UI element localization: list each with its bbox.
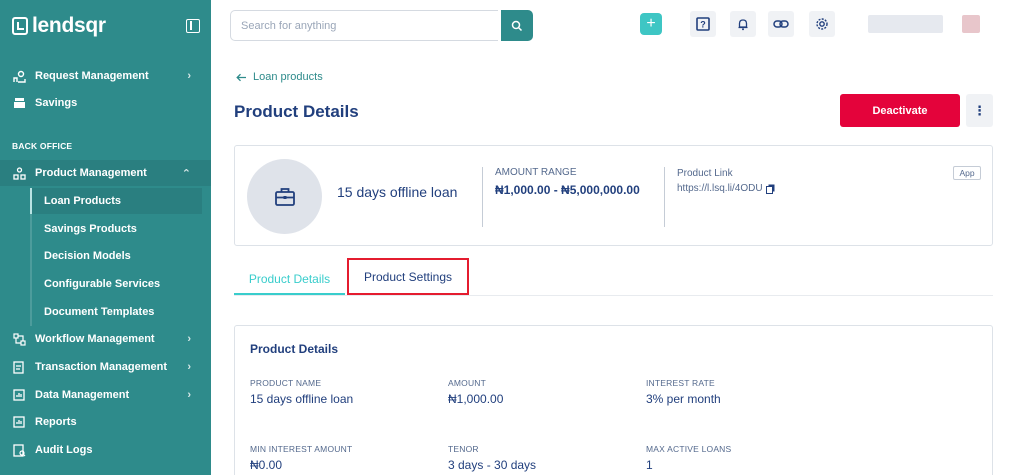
sidebar-item-transaction-management[interactable]: Transaction Management › [0,354,211,380]
sidebar-header: lendsqr [12,12,200,40]
product-name: 15 days offline loan [337,184,458,200]
page-title: Product Details [234,102,359,121]
help-icon[interactable]: ? [690,11,716,37]
sidebar-item-label: Audit Logs [35,444,93,456]
savings-icon [12,96,26,110]
section-label-back-office: BACK OFFICE [12,141,73,151]
sidebar-item-decision-models[interactable]: Decision Models [30,243,202,269]
field-interest-rate: INTEREST RATE 3% per month [646,378,721,406]
sidebar-item-label: Reports [35,416,77,428]
sidebar-item-label: Data Management [35,389,130,401]
sidebar-item-audit-logs[interactable]: Audit Logs [0,437,211,463]
sidebar-item-loan-products[interactable]: Loan Products [30,188,202,214]
product-link-value[interactable]: https://l.lsq.li/4ODU [677,183,763,194]
sidebar-item-request-management[interactable]: Request Management › [0,63,211,89]
user-name-placeholder[interactable] [868,15,943,33]
logo-mark-icon [12,17,28,35]
product-details-card: Product Details PRODUCT NAME 15 days off… [234,325,993,475]
amount-range-value: ₦1,000.00 - ₦5,000,000.00 [495,183,640,197]
chevron-right-icon: › [187,361,191,373]
sidebar-item-savings[interactable]: Savings [0,90,211,116]
chevron-up-icon: ⌃ [181,167,191,180]
sidebar-item-label: Savings [35,97,78,109]
workflow-icon [12,332,26,346]
divider [664,167,665,227]
svg-text:?: ? [700,20,706,30]
field-label: MIN INTEREST AMOUNT [250,444,353,454]
reports-icon [12,415,26,429]
sidebar-item-reports[interactable]: Reports [0,409,211,435]
main-content: Loan products Product Details Deactivate… [211,50,1024,475]
field-label: TENOR [448,444,479,454]
amount-range-label: AMOUNT RANGE [495,167,577,178]
sidebar-item-label: Workflow Management [35,333,155,345]
field-value: 3 days - 30 days [448,458,537,472]
field-label: PRODUCT NAME [250,378,322,388]
field-value: 3% per month [646,392,721,406]
audit-icon [12,443,26,457]
field-product-name: PRODUCT NAME 15 days offline loan [250,378,353,406]
product-summary-card: 15 days offline loan AMOUNT RANGE ₦1,000… [234,145,993,246]
arrow-left-icon [236,73,246,81]
sidebar-item-product-management[interactable]: Product Management ⌃ [0,160,211,186]
field-label: MAX ACTIVE LOANS [646,444,732,454]
field-value: ₦1,000.00 [448,392,504,406]
sidebar-item-workflow-management[interactable]: Workflow Management › [0,326,211,352]
bell-icon[interactable] [730,11,756,37]
sidebar-item-savings-products[interactable]: Savings Products [30,216,202,242]
details-section-title: Product Details [250,342,339,356]
product-link[interactable]: https://l.lsq.li/4ODU [677,183,775,194]
field-min-interest-amount: MIN INTEREST AMOUNT ₦0.00 [250,444,352,472]
field-value: ₦0.00 [250,458,283,472]
chevron-right-icon: › [187,389,191,401]
chevron-right-icon: › [187,333,191,345]
transaction-icon [12,360,26,374]
tab-product-settings[interactable]: Product Settings [347,258,469,295]
field-tenor: TENOR 3 days - 30 days [448,444,536,472]
data-icon [12,388,26,402]
sidebar-item-configurable-services[interactable]: Configurable Services [30,271,202,297]
top-bar: Search for anything + ? [211,0,1024,50]
divider [482,167,483,227]
sidebar-item-label: Transaction Management [35,361,168,373]
chevron-right-icon: › [187,70,191,82]
field-label: INTEREST RATE [646,378,715,388]
link-icon[interactable] [768,11,794,37]
product-link-label: Product Link [677,168,733,179]
sidebar-item-label: Product Management [35,167,147,179]
sidebar-item-label: Request Management [35,70,149,82]
search-button[interactable] [501,10,533,41]
product-tabs: Product Details Product Settings [234,258,993,301]
brand-name: lendsqr [32,14,106,37]
sidebar: lendsqr Request Management › Savings BAC… [0,0,211,475]
tabs-divider [234,295,993,296]
deactivate-button[interactable]: Deactivate [840,94,960,127]
back-link[interactable]: Loan products [236,71,323,83]
copy-icon[interactable] [765,184,775,194]
sidebar-collapse-icon[interactable] [186,19,200,33]
product-icon [12,166,26,180]
search-icon [511,20,523,31]
tab-product-details[interactable]: Product Details [234,265,345,295]
field-max-active-loans: MAX ACTIVE LOANS 1 [646,444,731,472]
more-options-button[interactable]: ⋮ [966,94,993,127]
brand-logo[interactable]: lendsqr [12,14,106,38]
sidebar-item-data-management[interactable]: Data Management › [0,382,211,408]
field-amount: AMOUNT ₦1,000.00 [448,378,503,406]
settings-icon[interactable] [809,11,835,37]
sidebar-item-document-templates[interactable]: Document Templates [30,299,202,325]
briefcase-icon [274,187,295,206]
search-input[interactable]: Search for anything [230,10,498,41]
avatar[interactable] [962,15,980,33]
field-value: 15 days offline loan [250,392,354,406]
back-link-label: Loan products [253,71,323,83]
field-label: AMOUNT [448,378,487,388]
plus-icon[interactable]: + [640,13,662,35]
request-icon [12,69,26,83]
field-value: 1 [646,458,653,472]
product-avatar [247,159,322,234]
app-badge: App [953,166,981,180]
